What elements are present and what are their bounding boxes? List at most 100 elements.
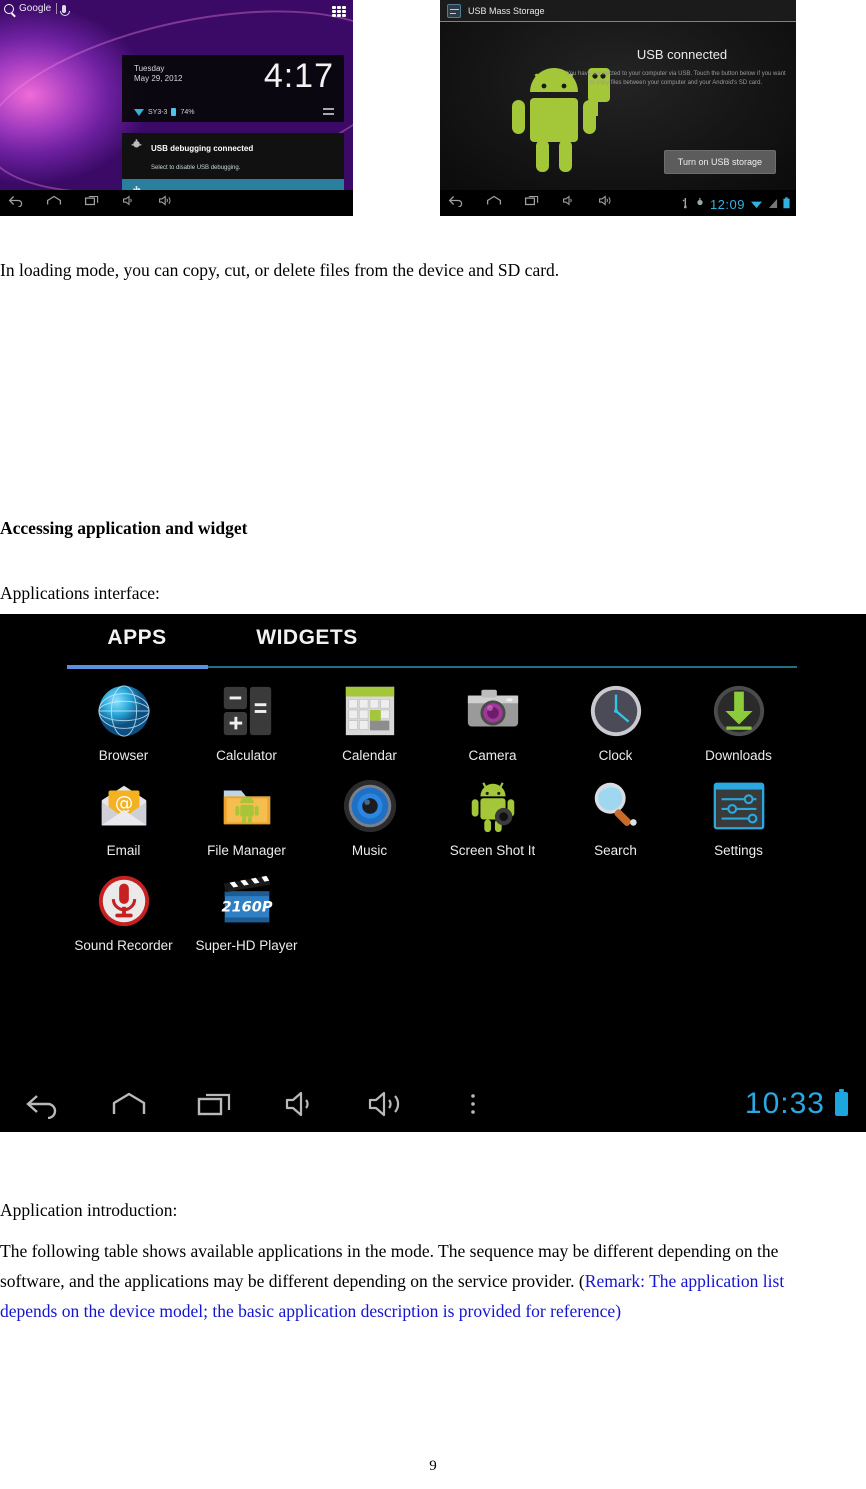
back-icon[interactable] [448, 194, 464, 212]
app-item-music[interactable]: Music [308, 775, 431, 858]
clock-widget[interactable]: Tuesday May 29, 2012 4:17 SY3-3 74% [122, 55, 344, 122]
window-title-bar: USB Mass Storage [440, 0, 796, 22]
apps-drawer-screenshot: APPS WIDGETS A screenshot will be taken … [0, 614, 866, 1132]
tab-active-indicator [67, 665, 208, 669]
search-icon [4, 3, 14, 14]
status-clock: 10:33 [744, 1087, 825, 1120]
battery-icon [835, 1089, 848, 1116]
home-screen-screenshot: Google Tuesday May 29, 2012 4:17 SY3-3 7… [0, 0, 353, 216]
clock-date-value: May 29, 2012 [134, 74, 183, 83]
volume-down-icon[interactable] [122, 194, 136, 212]
download-arrow-icon [708, 680, 770, 742]
app-label: Downloads [705, 748, 772, 763]
notification-title: USB debugging connected [151, 144, 254, 153]
app-label: Camera [468, 748, 517, 763]
clock-date: Tuesday May 29, 2012 [134, 64, 182, 84]
grid-dot [342, 10, 346, 13]
grid-dot [342, 14, 346, 17]
clock-weekday: Tuesday [134, 64, 165, 73]
app-label: Sound Recorder [74, 938, 173, 953]
usb-connected-description: You have connected to your computer via … [566, 71, 786, 86]
app-item-search[interactable]: Search [554, 775, 677, 858]
recents-icon[interactable] [172, 1089, 258, 1119]
calculator-icon [216, 680, 278, 742]
app-item-screen-shot-it[interactable]: Screen Shot It [431, 775, 554, 858]
all-apps-button[interactable] [332, 6, 346, 17]
app-label: File Manager [207, 843, 286, 858]
back-icon[interactable] [0, 1089, 86, 1119]
app-label: Browser [98, 748, 149, 763]
volume-down-icon[interactable] [258, 1089, 344, 1119]
app-item-email[interactable]: @ Email [62, 775, 185, 858]
notification-panel: USB debugging connected Select to disabl… [122, 133, 344, 216]
app-item-settings[interactable]: Settings [677, 775, 800, 858]
home-icon[interactable] [486, 194, 502, 212]
application-introduction-paragraph: The following table shows available appl… [0, 1236, 840, 1326]
volume-up-icon[interactable] [158, 194, 174, 212]
usb-content: USB connected You have connected to your… [440, 22, 796, 190]
grid-dot [337, 6, 341, 9]
app-grid-row: Sound Recorder 2160P Super-HD Player [62, 870, 802, 965]
grid-dot [332, 6, 336, 9]
recents-icon[interactable] [84, 194, 100, 212]
tab-widgets[interactable]: WIDGETS [207, 626, 407, 650]
app-label: Calculator [216, 748, 277, 763]
divider [56, 3, 58, 14]
folder-android-icon [216, 775, 278, 837]
app-label: Screen Shot It [449, 843, 536, 858]
app-label: Music [351, 843, 388, 858]
back-icon[interactable] [8, 194, 24, 212]
app-item-file-manager[interactable]: File Manager [185, 775, 308, 858]
android-camera-icon [462, 775, 524, 837]
microphone-icon [93, 870, 155, 932]
wifi-icon [134, 108, 144, 116]
volume-down-icon[interactable] [562, 194, 576, 212]
recents-icon[interactable] [524, 194, 540, 212]
app-item-calculator[interactable]: Calculator [185, 680, 308, 763]
apps-navigation-bar: 10:33 [0, 1076, 866, 1132]
clapperboard-2160p-icon: 2160P [216, 870, 278, 932]
bug-icon [695, 196, 705, 212]
grid-dot [337, 14, 341, 17]
grid-dot [332, 14, 336, 17]
applications-interface-label: Applications interface: [0, 583, 160, 603]
app-grid-row: @ Email File Manager Music Screen Shot I… [62, 775, 802, 870]
battery-icon [171, 108, 177, 116]
turn-on-usb-storage-button[interactable]: Turn on USB storage [663, 150, 776, 174]
usb-connected-heading: USB connected [636, 47, 728, 62]
status-area: 12:09 [681, 196, 790, 212]
app-item-camera[interactable]: Camera [431, 680, 554, 763]
globe-icon [93, 680, 155, 742]
app-item-super-hd-player[interactable]: 2160P Super-HD Player [185, 870, 308, 953]
app-item-downloads[interactable]: Downloads [677, 680, 800, 763]
app-label: Email [106, 843, 141, 858]
tab-underline [67, 665, 797, 669]
grid-dot [332, 10, 336, 13]
volume-up-icon[interactable] [344, 1089, 430, 1119]
overflow-menu-icon[interactable] [430, 1089, 516, 1119]
microphone-icon[interactable] [60, 4, 71, 16]
app-label: Super-HD Player [195, 938, 298, 953]
home-icon[interactable] [46, 194, 62, 212]
notification-item[interactable]: USB debugging connected Select to disabl… [122, 133, 344, 179]
settings-icon[interactable] [323, 106, 334, 117]
usb-storage-icon [447, 3, 461, 18]
app-item-sound-recorder[interactable]: Sound Recorder [62, 870, 185, 953]
window-title: USB Mass Storage [468, 5, 545, 16]
home-icon[interactable] [86, 1089, 172, 1119]
app-item-clock[interactable]: Clock [554, 680, 677, 763]
app-grid: Browser Calculator Calendar Camera Clock… [62, 680, 802, 965]
device-screenshots-row: Google Tuesday May 29, 2012 4:17 SY3-3 7… [0, 0, 866, 216]
app-item-browser[interactable]: Browser [62, 680, 185, 763]
clock-icon [585, 680, 647, 742]
google-search-widget[interactable]: Google [4, 3, 71, 16]
tab-apps[interactable]: APPS [67, 626, 207, 650]
app-item-calendar[interactable]: Calendar [308, 680, 431, 763]
volume-up-icon[interactable] [598, 194, 614, 212]
bug-icon [130, 138, 143, 153]
signal-icon [768, 197, 778, 212]
wifi-icon [750, 197, 763, 212]
envelope-at-icon: @ [93, 775, 155, 837]
loading-mode-paragraph: In loading mode, you can copy, cut, or d… [0, 260, 560, 280]
navigation-bar [0, 190, 353, 216]
